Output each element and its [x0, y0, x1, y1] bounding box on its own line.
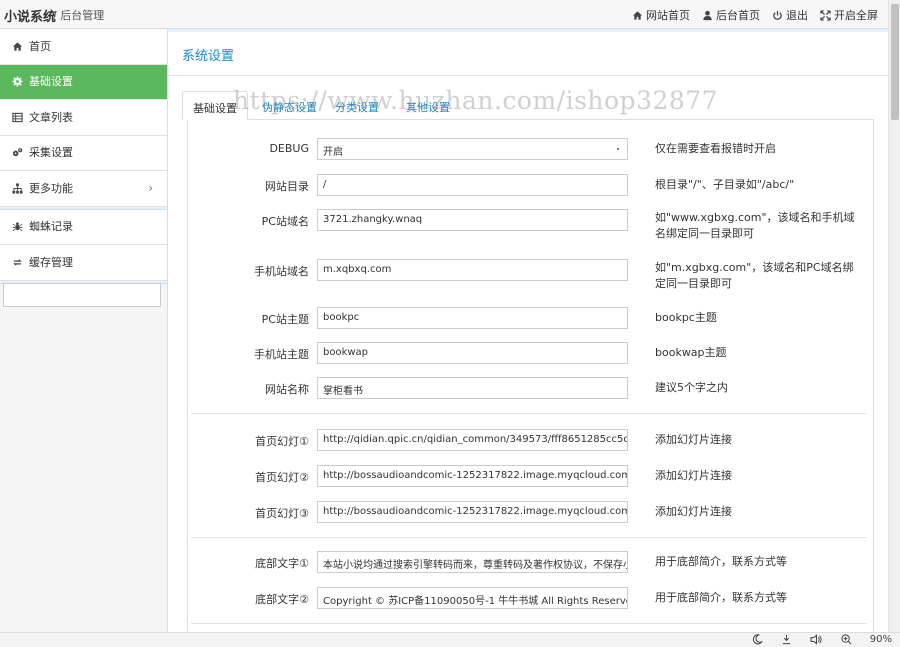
home-icon [12, 42, 23, 51]
tab-basic-settings[interactable]: 基础设置 [182, 91, 248, 120]
site-name-help: 建议5个字之内 [655, 381, 728, 394]
pc-theme-input[interactable]: bookpc [317, 307, 628, 329]
page-title: 系统设置 [182, 49, 235, 64]
logout-label: 退出 [786, 9, 808, 22]
footer-1-help: 用于底部简介，联系方式等 [655, 555, 787, 568]
pc-domain-label: PC站域名 [261, 215, 309, 228]
sidebar-item-spider-log[interactable]: 蜘蛛记录 [0, 209, 167, 245]
pc-domain-help: 如"www.xgbxg.com"，该域名和手机域名绑定同一目录即可 [655, 211, 855, 240]
sidebar-item-cache-management[interactable]: 缓存管理 [0, 245, 167, 281]
site-name-input[interactable]: 掌柜看书 [317, 377, 628, 399]
sidebar-item-label: 文章列表 [29, 110, 73, 124]
tab-other-settings[interactable]: 其他设置 [396, 91, 460, 120]
sidebar-item-label: 首页 [29, 39, 51, 53]
slide-3-label: 首页幻灯③ [255, 507, 309, 520]
night-mode-icon[interactable] [752, 634, 763, 645]
site-dir-input[interactable]: / [317, 174, 628, 196]
sidebar-item-label: 更多功能 [29, 181, 73, 195]
sidebar-item-basic-settings[interactable]: 基础设置 [0, 64, 167, 100]
site-dir-label: 网站目录 [265, 180, 309, 193]
mobile-theme-input[interactable]: bookwap [317, 342, 628, 364]
sidebar-item-label: 缓存管理 [29, 255, 73, 269]
section-divider [191, 413, 867, 414]
main-content: 系统设置 基础设置 伪静态设置 分类设置 其他设置 DEBUG 开启 仅在需要查… [168, 29, 888, 640]
footer-1-label: 底部文字① [255, 557, 309, 570]
site-name-label: 网站名称 [265, 383, 309, 396]
cogs-icon [12, 148, 23, 157]
sitemap-icon [12, 183, 23, 194]
zoom-icon[interactable] [841, 634, 852, 645]
tab-rewrite-settings[interactable]: 伪静态设置 [252, 91, 327, 120]
status-icons: 90% [752, 634, 892, 645]
debug-select[interactable]: 开启 [317, 138, 628, 160]
top-bar: 小说系统 / 后台管理 网站首页 后台首页 退出 开启全屏 [0, 0, 888, 29]
home-icon [632, 10, 643, 20]
debug-label: DEBUG [269, 142, 309, 155]
top-links: 网站首页 后台首页 退出 开启全屏 [632, 7, 878, 23]
mobile-theme-help: bookwap主题 [655, 346, 727, 359]
logout-icon [773, 10, 782, 20]
sidebar-item-collect-settings[interactable]: 采集设置 [0, 135, 167, 171]
user-icon [703, 10, 712, 20]
scrollbar-thumb[interactable] [891, 4, 899, 120]
admin-home-link[interactable]: 后台首页 [702, 7, 760, 23]
logout-link[interactable]: 退出 [772, 7, 808, 23]
tab-category-settings[interactable]: 分类设置 [325, 91, 389, 120]
mobile-domain-input[interactable]: m.xqbxq.com [317, 259, 628, 281]
debug-help: 仅在需要查看报错时开启 [655, 142, 776, 155]
slide-3-help: 添加幻灯片连接 [655, 505, 732, 518]
footer-2-help: 用于底部简介，联系方式等 [655, 591, 787, 604]
fullscreen-icon [820, 9, 831, 21]
refresh-icon [13, 259, 22, 266]
footer-2-label: 底部文字② [255, 593, 309, 606]
volume-icon[interactable] [810, 634, 823, 645]
status-bar: 90% [0, 632, 900, 647]
mobile-domain-label: 手机站域名 [254, 265, 309, 278]
sidebar-item-label: 蜘蛛记录 [29, 220, 73, 234]
sidebar-search-input[interactable] [3, 283, 161, 307]
slide-2-label: 首页幻灯② [255, 471, 309, 484]
pc-theme-label: PC站主题 [261, 313, 309, 326]
sidebar-item-label: 采集设置 [29, 146, 73, 160]
slide-2-input[interactable]: http://bossaudioandcomic-1252317822.imag… [317, 465, 628, 487]
sidebar-item-more-features[interactable]: 更多功能 › [0, 171, 167, 207]
sidebar-item-article-list[interactable]: 文章列表 [0, 100, 167, 136]
zoom-level[interactable]: 90% [870, 634, 892, 645]
sidebar: 首页 基础设置 文章列表 采集设置 更多功能 › 蜘蛛记录 缓存管理 [0, 29, 168, 632]
footer-1-input[interactable]: 本站小说均通过搜索引擎转码而来，尊重转码及著作权协议，不保存小说内 [317, 551, 628, 573]
slide-1-input[interactable]: http://qidian.qpic.cn/qidian_common/3495… [317, 429, 628, 451]
slide-1-label: 首页幻灯① [255, 435, 309, 448]
site-home-link[interactable]: 网站首页 [632, 7, 690, 23]
slide-3-input[interactable]: http://bossaudioandcomic-1252317822.imag… [317, 501, 628, 523]
sidebar-item-label: 基础设置 [29, 75, 73, 89]
slide-1-help: 添加幻灯片连接 [655, 433, 732, 446]
admin-home-label: 后台首页 [716, 9, 760, 22]
brand-title[interactable]: 小说系统 [4, 6, 56, 25]
spider-icon [12, 222, 23, 232]
settings-tabs: 基础设置 伪静态设置 分类设置 其他设置 [182, 91, 874, 120]
site-dir-help: 根目录"/"、子目录如"/abc/" [655, 178, 795, 191]
download-icon[interactable] [781, 634, 792, 645]
footer-2-input[interactable]: Copyright © 苏ICP备11090050号-1 牛牛书城 All Ri… [317, 587, 628, 609]
mobile-domain-help: 如"m.xgbxg.com"，该域名和PC域名绑定同一目录即可 [655, 261, 854, 290]
settings-form: DEBUG 开启 仅在需要查看报错时开启 网站目录 / 根目录"/"、子目录如"… [187, 120, 874, 640]
brand-subtitle: / 后台管理 [53, 9, 105, 22]
mobile-theme-label: 手机站主题 [254, 348, 309, 361]
list-icon [12, 112, 23, 122]
fullscreen-label: 开启全屏 [834, 9, 878, 22]
pc-domain-input[interactable]: 3721.zhangky.wnaq [317, 209, 628, 231]
site-home-label: 网站首页 [646, 9, 690, 22]
section-divider [191, 623, 867, 624]
main-top-divider [168, 29, 888, 32]
vertical-scrollbar[interactable] [888, 0, 900, 632]
slide-2-help: 添加幻灯片连接 [655, 469, 732, 482]
fullscreen-link[interactable]: 开启全屏 [820, 7, 878, 23]
gear-icon [12, 76, 23, 87]
sidebar-item-home[interactable]: 首页 [0, 29, 167, 65]
chevron-right-icon: › [148, 181, 153, 195]
pc-theme-help: bookpc主题 [655, 311, 717, 324]
title-divider [168, 75, 888, 76]
section-divider [191, 537, 867, 538]
